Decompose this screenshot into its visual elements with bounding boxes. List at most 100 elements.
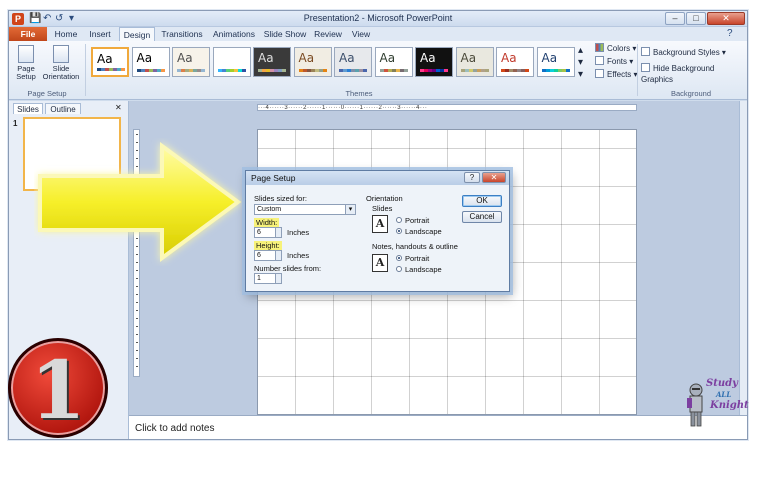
- theme-thumbnail-6[interactable]: Aa: [293, 47, 332, 77]
- notes-orientation-label: Notes, handouts & outline: [372, 242, 458, 251]
- ruler-tick: [136, 270, 138, 271]
- knight-icon: [687, 383, 703, 427]
- theme-thumbnail-10[interactable]: Aa: [455, 47, 494, 77]
- theme-color-swatches: [541, 69, 570, 72]
- ruler-tick: [136, 326, 138, 327]
- chevron-down-icon[interactable]: ▾: [345, 205, 355, 214]
- ruler-tick: [136, 278, 138, 279]
- ruler-tick: [136, 294, 138, 295]
- ok-button[interactable]: OK: [462, 195, 502, 207]
- ruler-tick: [136, 334, 138, 335]
- notes-portrait-radio[interactable]: [396, 255, 402, 261]
- slides-landscape-label: Landscape: [405, 227, 442, 236]
- tab-review[interactable]: Review: [311, 27, 345, 41]
- logo-text-knight: Knight: [710, 400, 749, 411]
- theme-sample-text: Aa: [339, 51, 355, 65]
- theme-thumbnail-11[interactable]: Aa: [496, 47, 534, 77]
- theme-color-swatches: [97, 68, 125, 71]
- themes-group-label: Themes: [345, 89, 373, 98]
- slide-number: 1: [13, 119, 18, 128]
- tab-insert[interactable]: Insert: [83, 27, 117, 41]
- logo-text-study: Study: [706, 378, 738, 389]
- study-all-knight-logo: Study ALL Knight: [682, 374, 749, 434]
- theme-thumbnail-8[interactable]: Aa: [374, 47, 413, 77]
- effects-button[interactable]: Effects ▾: [595, 69, 638, 80]
- height-input[interactable]: 6: [254, 250, 282, 261]
- theme-color-swatches: [460, 69, 489, 72]
- slide-orientation-icon: [53, 45, 69, 63]
- tab-home[interactable]: Home: [51, 27, 81, 41]
- theme-color-swatches: [339, 69, 367, 72]
- tab-transitions[interactable]: Transitions: [157, 27, 207, 41]
- theme-color-swatches: [136, 69, 165, 72]
- background-styles-button[interactable]: Background Styles ▾: [641, 47, 726, 58]
- page-setup-button[interactable]: Page Setup: [11, 45, 41, 85]
- theme-sample-text: Aa: [420, 51, 436, 65]
- dialog-title: Page Setup: [251, 173, 296, 183]
- theme-sample-text: Aa: [177, 51, 193, 65]
- slides-landscape-radio[interactable]: [396, 228, 402, 234]
- vertical-scrollbar[interactable]: [739, 101, 747, 415]
- theme-sample-text: Aa: [501, 51, 517, 65]
- dialog-help-button[interactable]: ?: [464, 172, 480, 183]
- logo-text-all: ALL: [716, 390, 732, 399]
- cancel-button[interactable]: Cancel: [462, 211, 502, 223]
- slides-portrait-radio[interactable]: [396, 217, 402, 223]
- notes-placeholder: Click to add notes: [135, 423, 215, 434]
- theme-thumbnail-1[interactable]: Aa: [91, 47, 129, 77]
- orientation-label: Orientation: [366, 194, 403, 203]
- background-styles-icon: [641, 47, 650, 56]
- theme-sample-text: Aa: [541, 51, 558, 65]
- slides-sized-for-select[interactable]: Custom ▾: [254, 204, 356, 215]
- theme-thumbnail-4[interactable]: Aa: [212, 47, 251, 77]
- close-pane-icon[interactable]: ✕: [115, 103, 122, 112]
- tab-design[interactable]: Design: [119, 27, 155, 41]
- number-slides-spinner[interactable]: [275, 274, 281, 283]
- height-spinner[interactable]: [275, 251, 281, 260]
- tab-slide-show[interactable]: Slide Show: [261, 27, 309, 41]
- theme-thumbnail-3[interactable]: Aa: [172, 47, 210, 77]
- width-input[interactable]: 6: [254, 227, 282, 238]
- slides-portrait-label: Portrait: [405, 216, 430, 225]
- slide-orientation-button[interactable]: Slide Orientation: [41, 45, 81, 85]
- help-icon[interactable]: ?: [727, 28, 733, 40]
- dialog-close-button[interactable]: ✕: [482, 172, 506, 183]
- horizontal-ruler: ···4······3······2······1······0······1·…: [257, 104, 637, 111]
- theme-thumbnail-5[interactable]: Aa: [253, 47, 291, 77]
- ribbon-tabs: File Home Insert Design Transitions Anim…: [9, 27, 747, 41]
- notes-landscape-label: Landscape: [405, 265, 442, 274]
- gallery-more[interactable]: ▾: [578, 70, 583, 82]
- notes-landscape-radio[interactable]: [396, 266, 402, 272]
- theme-color-swatches: [217, 69, 246, 72]
- background-group-label: Background: [670, 89, 712, 98]
- number-slides-from-input[interactable]: 1: [254, 273, 282, 284]
- colors-button[interactable]: Colors ▾: [595, 43, 636, 54]
- maximize-button[interactable]: □: [686, 12, 706, 25]
- theme-sample-text: Aa: [298, 51, 315, 65]
- minimize-button[interactable]: –: [665, 12, 685, 25]
- fonts-button[interactable]: Fonts ▾: [595, 56, 633, 67]
- height-value: 6: [257, 252, 261, 259]
- height-unit: Inches: [287, 251, 310, 260]
- tab-file[interactable]: File: [9, 27, 47, 41]
- tab-view[interactable]: View: [347, 27, 375, 41]
- tab-slides[interactable]: Slides: [13, 103, 43, 114]
- page-setup-dialog: Page Setup ? ✕ Slides sized for: Custom …: [245, 170, 510, 292]
- hide-background-checkbox[interactable]: Hide Background Graphics: [641, 63, 747, 84]
- width-spinner[interactable]: [275, 228, 281, 237]
- theme-thumbnail-12[interactable]: Aa: [536, 47, 575, 77]
- width-value: 6: [257, 229, 261, 236]
- title-bar: P 💾 ↶ ↺ ▾ Presentation2 - Microsoft Powe…: [9, 11, 747, 27]
- colors-label: Colors: [607, 44, 631, 53]
- theme-thumbnail-9[interactable]: Aa: [415, 47, 453, 77]
- theme-thumbnail-2[interactable]: Aa: [131, 47, 170, 77]
- tab-outline[interactable]: Outline: [45, 103, 81, 114]
- hide-background-label: Hide Background Graphics: [641, 64, 715, 84]
- theme-sample-text: Aa: [136, 51, 153, 65]
- tab-animations[interactable]: Animations: [209, 27, 259, 41]
- theme-sample-text: Aa: [379, 51, 396, 65]
- colors-icon: [595, 43, 604, 52]
- close-window-button[interactable]: ✕: [707, 12, 745, 25]
- theme-thumbnail-7[interactable]: Aa: [334, 47, 372, 77]
- notes-pane[interactable]: Click to add notes: [129, 415, 747, 439]
